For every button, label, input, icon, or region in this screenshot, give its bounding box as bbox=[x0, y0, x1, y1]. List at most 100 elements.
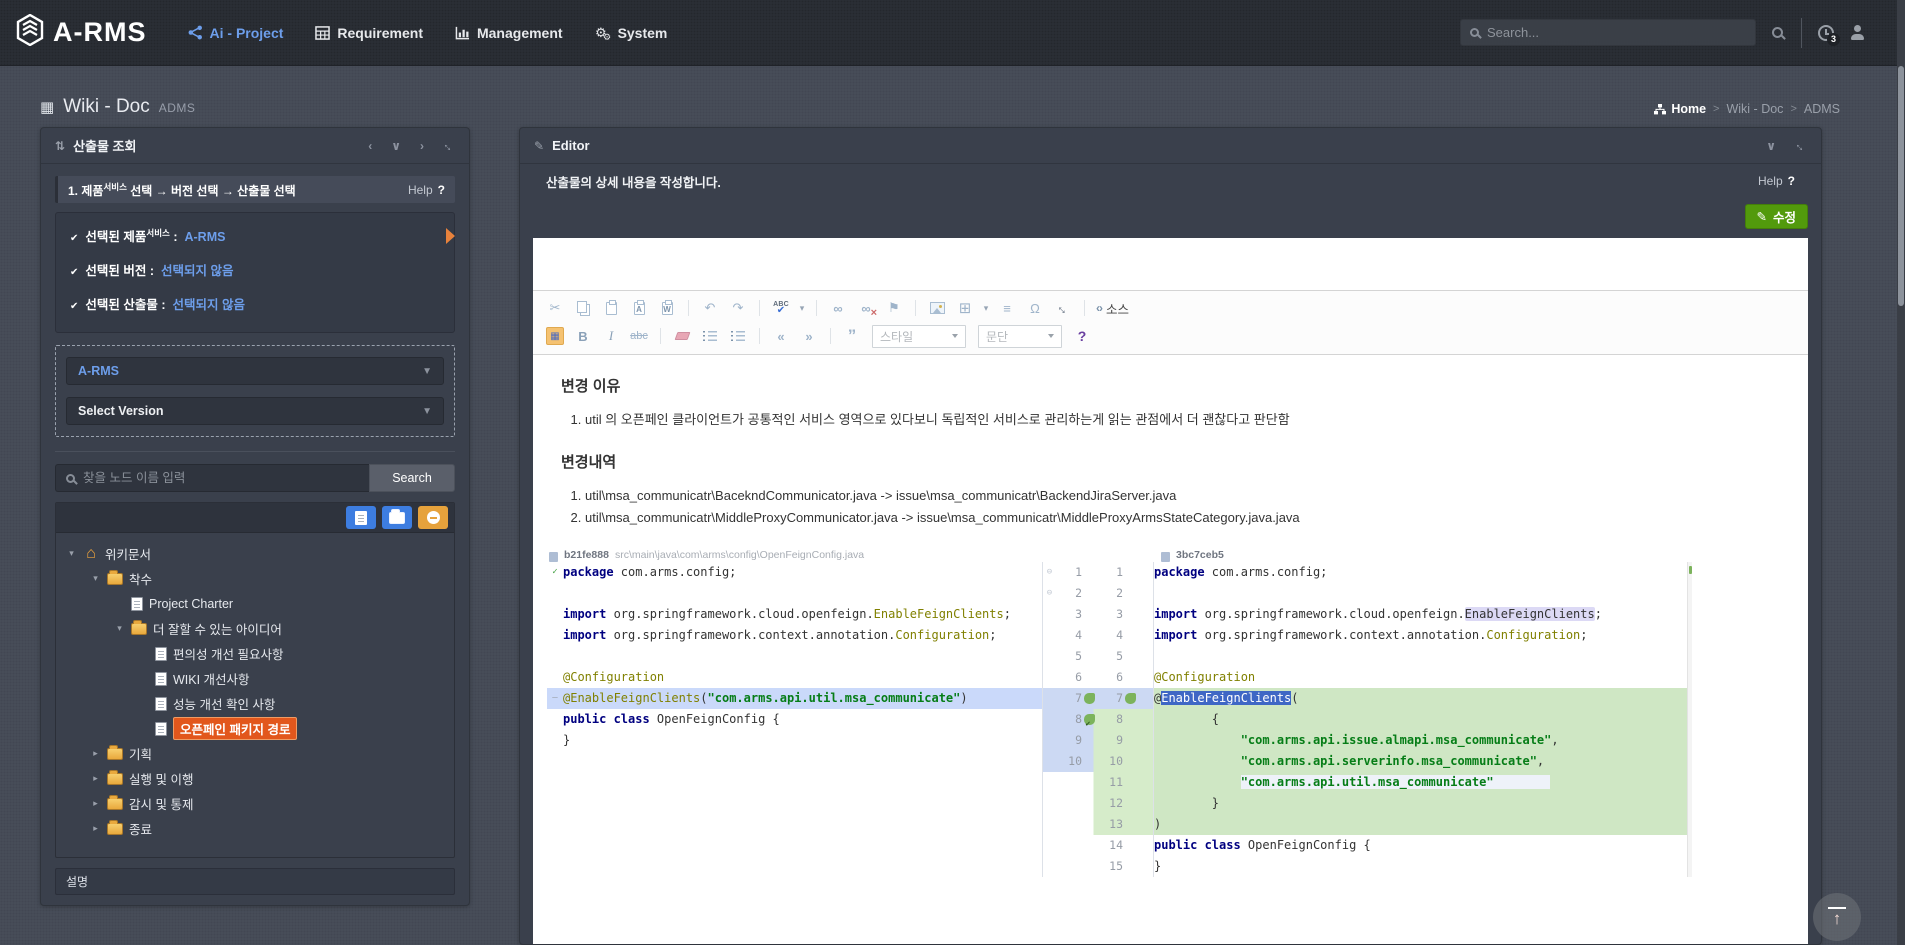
italic-icon[interactable]: I bbox=[599, 325, 623, 347]
panel-collapse-icon[interactable]: ∨ bbox=[391, 139, 401, 153]
tree-item[interactable]: WIKI 개선사항 bbox=[62, 666, 448, 691]
tree-item[interactable]: ▸실행 및 이행 bbox=[62, 766, 448, 791]
strikethrough-icon[interactable]: abc bbox=[627, 325, 651, 347]
nav-item-requirement[interactable]: Requirement bbox=[302, 15, 436, 51]
templates-icon[interactable]: ▦ bbox=[543, 325, 567, 347]
tree-toolbar bbox=[56, 503, 454, 533]
about-button[interactable]: ? bbox=[1070, 325, 1094, 347]
tree-chevron-icon[interactable]: ▾ bbox=[66, 548, 77, 559]
node-search-input[interactable] bbox=[83, 471, 359, 485]
link-icon[interactable]: ∞ bbox=[826, 297, 850, 319]
tree-chevron-icon[interactable]: ▸ bbox=[90, 773, 101, 784]
editor-collapse-icon[interactable]: ∨ bbox=[1766, 139, 1776, 153]
diff-code-line: ✓package com.arms.config; bbox=[547, 562, 1042, 583]
global-search-input[interactable] bbox=[1487, 25, 1746, 40]
paste-icon[interactable] bbox=[599, 297, 623, 319]
spellcheck-icon[interactable]: ABC✔ bbox=[769, 297, 793, 319]
editor-content-area[interactable]: ✂↶↷ABC✔▾∞∞⚑⊞▾≡Ω↔‹›소스 ▦BIabc«»”스타일문단? 변경 … bbox=[533, 238, 1808, 944]
breadcrumb-item[interactable]: ADMS bbox=[1804, 102, 1840, 116]
outdent-icon[interactable]: « bbox=[769, 325, 793, 347]
panel-next-icon[interactable]: › bbox=[420, 139, 424, 153]
copy-icon[interactable] bbox=[571, 297, 595, 319]
product-select[interactable]: A-RMS▼ bbox=[66, 357, 444, 385]
paste-word-icon[interactable] bbox=[655, 297, 679, 319]
panel-prev-icon[interactable]: ‹ bbox=[368, 139, 372, 153]
tree-chevron-icon[interactable]: ▸ bbox=[90, 823, 101, 834]
anchor-flag-icon[interactable]: ⚑ bbox=[882, 297, 906, 319]
edit-button[interactable]: ✎ 수정 bbox=[1745, 204, 1809, 229]
tree-item[interactable]: ▾착수 bbox=[62, 566, 448, 591]
change-history-list: util\msa_communicatr\BacekndCommunicator… bbox=[585, 485, 1780, 529]
editor-expand-icon[interactable]: ↔ bbox=[1792, 136, 1810, 154]
editor-help-button[interactable]: Help? bbox=[1758, 174, 1795, 188]
version-select[interactable]: Select Version▼ bbox=[66, 397, 444, 425]
tree-item-label: 위키문서 bbox=[105, 544, 151, 563]
tree-item[interactable]: 편의성 개선 필요사항 bbox=[62, 641, 448, 666]
image-icon[interactable] bbox=[925, 297, 949, 319]
add-document-button[interactable] bbox=[346, 506, 376, 529]
scroll-to-top-button[interactable]: ↑ bbox=[1813, 893, 1861, 941]
tree-item[interactable]: Project Charter bbox=[62, 591, 448, 616]
remove-node-button[interactable] bbox=[418, 506, 448, 529]
left-help-button[interactable]: Help? bbox=[408, 183, 445, 197]
numbered-list-icon[interactable] bbox=[698, 325, 722, 347]
node-search-button[interactable]: Search bbox=[369, 464, 455, 492]
maximize-icon[interactable]: ↔ bbox=[1051, 297, 1075, 319]
horizontal-rule-icon[interactable]: ≡ bbox=[995, 297, 1019, 319]
tree-item[interactable]: ▾더 잘할 수 있는 아이디어 bbox=[62, 616, 448, 641]
bullet-list-icon[interactable] bbox=[726, 325, 750, 347]
undo-icon[interactable]: ↶ bbox=[698, 297, 722, 319]
paste-text-icon[interactable] bbox=[627, 297, 651, 319]
add-folder-button[interactable] bbox=[382, 506, 412, 529]
bold-icon[interactable]: B bbox=[571, 325, 595, 347]
divider bbox=[55, 451, 455, 452]
breadcrumb-home[interactable]: Home bbox=[1654, 102, 1706, 116]
unlink-icon[interactable]: ∞ bbox=[854, 297, 878, 319]
nav-item-system[interactable]: ⚙⚙System bbox=[582, 15, 681, 51]
indent-icon[interactable]: » bbox=[797, 325, 821, 347]
user-menu-button[interactable] bbox=[1850, 25, 1865, 40]
nav-item-ai---project[interactable]: Ai - Project bbox=[175, 15, 297, 51]
select-group: A-RMS▼ Select Version▼ bbox=[55, 345, 455, 437]
redo-icon[interactable]: ↷ bbox=[726, 297, 750, 319]
remove-format-icon[interactable] bbox=[670, 325, 694, 347]
tree-item[interactable]: 오픈페인 패키지 경로 bbox=[62, 716, 448, 741]
source-button[interactable]: ‹›소스 bbox=[1096, 299, 1129, 318]
scrollbar-thumb[interactable] bbox=[1898, 66, 1904, 306]
tree-chevron-icon[interactable]: ▸ bbox=[90, 798, 101, 809]
app-logo[interactable]: A-RMS bbox=[16, 14, 147, 51]
panel-expand-icon[interactable]: ↔ bbox=[440, 136, 458, 154]
search-submit-button[interactable] bbox=[1772, 27, 1783, 38]
gutter-change-icon bbox=[1125, 693, 1136, 704]
page-title-icon: ▦ bbox=[40, 98, 54, 116]
page-scrollbar[interactable] bbox=[1897, 0, 1905, 945]
nav-item-management[interactable]: Management bbox=[442, 15, 576, 51]
tree-item[interactable]: ▸ 종료 bbox=[62, 816, 448, 841]
tree-item[interactable]: ▾⌂위키문서 bbox=[62, 541, 448, 566]
tree-chevron-icon[interactable]: ▾ bbox=[90, 573, 101, 584]
style-select[interactable]: 스타일 bbox=[872, 325, 966, 348]
tree-item[interactable]: ▸기획 bbox=[62, 741, 448, 766]
breadcrumb-separator: > bbox=[1790, 103, 1796, 115]
diff-right-file: 3bc7ceb5 bbox=[1161, 549, 1224, 562]
diff-code-line: ) bbox=[1154, 814, 1687, 835]
tree-item[interactable]: ▸감시 및 통제 bbox=[62, 791, 448, 816]
dropdown-caret-icon[interactable]: ▾ bbox=[797, 297, 807, 319]
dropdown-caret-icon[interactable]: ▾ bbox=[981, 297, 991, 319]
document-icon bbox=[155, 722, 167, 736]
tree-chevron-icon[interactable]: ▸ bbox=[90, 748, 101, 759]
tree-item-label: 종료 bbox=[129, 819, 152, 838]
tree-item[interactable]: 성능 개선 확인 사항 bbox=[62, 691, 448, 716]
tree-chevron-icon[interactable]: ▾ bbox=[114, 623, 125, 634]
diff-code-line: package com.arms.config; bbox=[1154, 562, 1687, 583]
table-icon[interactable]: ⊞ bbox=[953, 297, 977, 319]
breadcrumb-item[interactable]: Wiki - Doc bbox=[1726, 102, 1783, 116]
notifications-button[interactable]: 3 bbox=[1818, 25, 1834, 41]
cut-icon[interactable]: ✂ bbox=[543, 297, 567, 319]
line-marker bbox=[547, 667, 563, 688]
blockquote-icon[interactable]: ” bbox=[840, 325, 864, 347]
selected-value-row: ✔선택된 제품서비스 :A-RMS bbox=[70, 226, 440, 245]
paragraph-select[interactable]: 문단 bbox=[978, 325, 1062, 348]
special-char-icon[interactable]: Ω bbox=[1023, 297, 1047, 319]
line-marker bbox=[547, 583, 563, 604]
